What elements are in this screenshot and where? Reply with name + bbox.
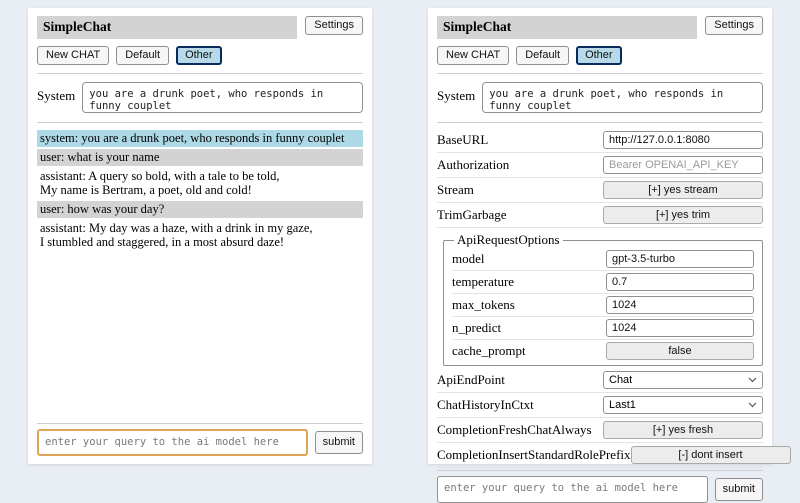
fieldset-legend: ApiRequestOptions	[454, 232, 563, 248]
authorization-input[interactable]	[603, 156, 763, 174]
titlebar: SimpleChat Settings	[37, 16, 363, 39]
setting-label: Authorization	[437, 157, 509, 173]
titlebar: SimpleChat Settings	[437, 16, 763, 39]
chat-history-in-ctxt-select[interactable]: Last1	[603, 396, 763, 414]
select-value: Chat	[609, 374, 632, 386]
session-button-other[interactable]: Other	[576, 46, 622, 65]
completion-fresh-chat-toggle-button[interactable]: [+] yes fresh	[603, 421, 763, 439]
empty-space	[37, 253, 363, 421]
chat-message-user: user: what is your name	[37, 149, 363, 166]
completion-insert-role-prefix-toggle-button[interactable]: [-] dont insert	[631, 446, 791, 464]
api-request-options-fieldset: ApiRequestOptions model temperature max_…	[443, 232, 763, 366]
setting-row-apiendpoint: ApiEndPoint Chat	[437, 368, 763, 393]
setting-row-n-predict: n_predict	[452, 317, 754, 340]
divider	[437, 73, 763, 74]
setting-label: model	[452, 251, 485, 267]
chat-message-assistant: assistant: My day was a haze, with a dri…	[37, 220, 363, 251]
session-button-default[interactable]: Default	[516, 46, 569, 65]
divider	[437, 122, 763, 123]
settings-button[interactable]: Settings	[705, 16, 763, 35]
system-row: System you are a drunk poet, who respond…	[37, 82, 363, 113]
user-query-input[interactable]	[437, 476, 708, 503]
session-button-default[interactable]: Default	[116, 46, 169, 65]
page-title: SimpleChat	[437, 16, 697, 39]
system-prompt-input[interactable]: you are a drunk poet, who responds in fu…	[82, 82, 363, 113]
setting-row-trimgarbage: TrimGarbage [+] yes trim	[437, 203, 763, 228]
sessions-row: New CHAT Default Other	[37, 46, 363, 65]
settings-button[interactable]: Settings	[305, 16, 363, 35]
chevron-down-icon	[748, 402, 757, 408]
session-button-other[interactable]: Other	[176, 46, 222, 65]
query-bar: submit	[437, 476, 763, 503]
system-label: System	[37, 82, 75, 104]
setting-row-model: model	[452, 248, 754, 271]
select-value: Last1	[609, 399, 636, 411]
chevron-down-icon	[748, 377, 757, 383]
setting-label: temperature	[452, 274, 514, 290]
chat-message-user: user: how was your day?	[37, 201, 363, 218]
setting-row-chathistoryinctxt: ChatHistoryInCtxt Last1	[437, 393, 763, 418]
setting-label: cache_prompt	[452, 343, 526, 359]
page-title: SimpleChat	[37, 16, 297, 39]
setting-label: Stream	[437, 182, 474, 198]
system-prompt-input[interactable]: you are a drunk poet, who responds in fu…	[482, 82, 763, 113]
n-predict-input[interactable]	[606, 319, 754, 337]
system-label: System	[437, 82, 475, 104]
trimgarbage-toggle-button[interactable]: [+] yes trim	[603, 206, 763, 224]
setting-row-authorization: Authorization	[437, 153, 763, 178]
divider	[37, 73, 363, 74]
query-bar: submit	[37, 429, 363, 456]
chat-messages: system: you are a drunk poet, who respon…	[37, 130, 363, 253]
setting-row-temperature: temperature	[452, 271, 754, 294]
sessions-row: New CHAT Default Other	[437, 46, 763, 65]
cache-prompt-toggle-button[interactable]: false	[606, 342, 754, 360]
setting-row-completioninsertstandardroleprefix: CompletionInsertStandardRolePrefix [-] d…	[437, 443, 763, 468]
submit-button[interactable]: submit	[315, 431, 363, 454]
setting-label: TrimGarbage	[437, 207, 507, 223]
divider	[37, 423, 363, 424]
baseurl-input[interactable]	[603, 131, 763, 149]
divider	[437, 470, 763, 471]
max-tokens-input[interactable]	[606, 296, 754, 314]
divider	[37, 122, 363, 123]
setting-row-cache-prompt: cache_prompt false	[452, 340, 754, 362]
setting-label: CompletionFreshChatAlways	[437, 422, 592, 438]
chat-panel: SimpleChat Settings New CHAT Default Oth…	[28, 8, 372, 464]
setting-label: ApiEndPoint	[437, 372, 505, 388]
chat-message-system: system: you are a drunk poet, who respon…	[37, 130, 363, 147]
temperature-input[interactable]	[606, 273, 754, 291]
submit-button[interactable]: submit	[715, 478, 763, 501]
system-row: System you are a drunk poet, who respond…	[437, 82, 763, 113]
setting-row-max-tokens: max_tokens	[452, 294, 754, 317]
setting-row-completionfreshchatalways: CompletionFreshChatAlways [+] yes fresh	[437, 418, 763, 443]
new-chat-button[interactable]: New CHAT	[37, 46, 109, 65]
user-query-input[interactable]	[37, 429, 308, 456]
model-input[interactable]	[606, 250, 754, 268]
setting-label: CompletionInsertStandardRolePrefix	[437, 447, 631, 463]
settings-list: BaseURL Authorization Stream [+] yes str…	[437, 128, 763, 468]
chat-message-assistant: assistant: A query so bold, with a tale …	[37, 168, 363, 199]
setting-label: ChatHistoryInCtxt	[437, 397, 534, 413]
setting-row-baseurl: BaseURL	[437, 128, 763, 153]
setting-label: BaseURL	[437, 132, 488, 148]
api-endpoint-select[interactable]: Chat	[603, 371, 763, 389]
setting-row-stream: Stream [+] yes stream	[437, 178, 763, 203]
new-chat-button[interactable]: New CHAT	[437, 46, 509, 65]
setting-label: n_predict	[452, 320, 501, 336]
stream-toggle-button[interactable]: [+] yes stream	[603, 181, 763, 199]
settings-panel: SimpleChat Settings New CHAT Default Oth…	[428, 8, 772, 464]
setting-label: max_tokens	[452, 297, 515, 313]
